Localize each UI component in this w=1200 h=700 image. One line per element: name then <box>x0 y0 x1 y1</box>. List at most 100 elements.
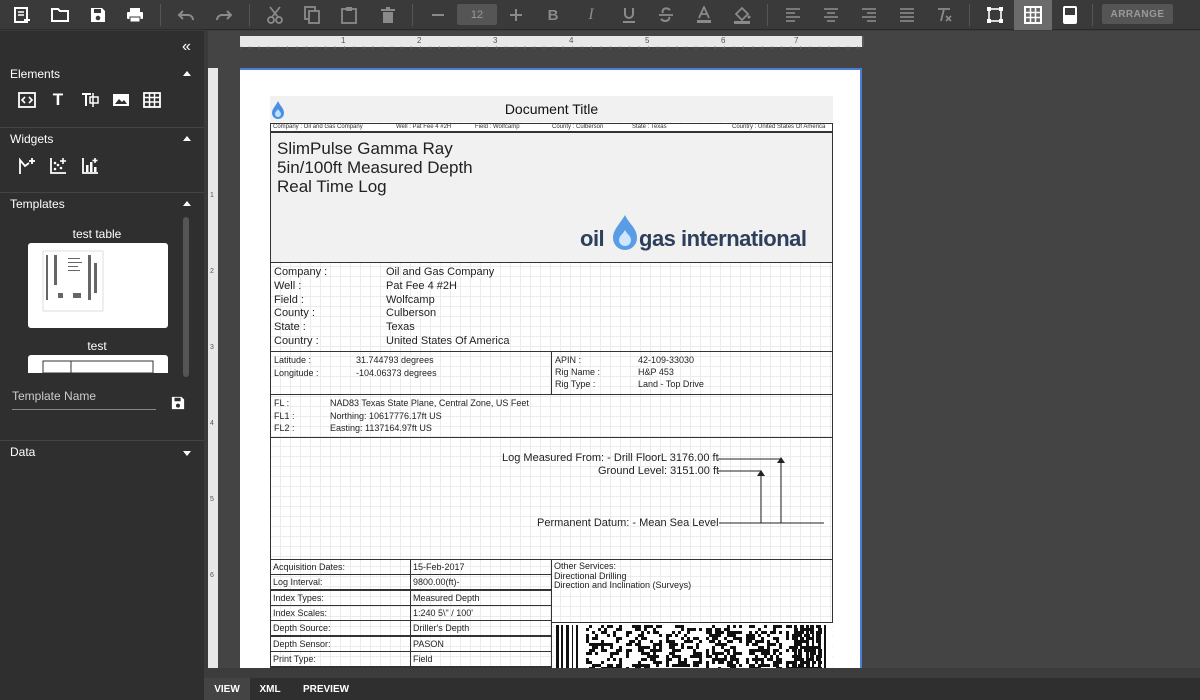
redo-icon[interactable] <box>211 2 237 28</box>
templates-section-header[interactable]: Templates <box>10 197 65 211</box>
bar-chart-widget-icon[interactable] <box>79 155 101 177</box>
delete-icon[interactable] <box>375 2 401 28</box>
other-services-line: Other Services: <box>554 561 617 571</box>
coord-value: Land - Top Drive <box>638 379 704 389</box>
tab-preview[interactable]: PREVIEW <box>290 678 362 700</box>
info-label: Company : <box>274 266 328 278</box>
ruler-cap <box>862 36 864 47</box>
bold-icon[interactable]: B <box>540 2 566 28</box>
document-content[interactable]: Document Title Company : Oil and Gas Com… <box>270 96 833 668</box>
coord-value: 31.744793 degrees <box>356 355 434 365</box>
align-center-icon[interactable] <box>818 2 844 28</box>
chevron-up-icon[interactable] <box>183 201 191 206</box>
vertical-ruler: 1 2 3 4 5 6 <box>208 68 218 668</box>
strip-country: Country : United States Of America <box>732 124 826 130</box>
coord-label: APIN : <box>555 355 582 365</box>
strikethrough-icon[interactable] <box>653 2 679 28</box>
print-icon[interactable] <box>122 2 148 28</box>
align-right-icon[interactable] <box>856 2 882 28</box>
ruler-mark-1: 1 <box>341 36 346 45</box>
text-field-element-icon[interactable] <box>79 89 101 111</box>
sidebar: « Elements T Widgets Templates test tabl… <box>0 31 204 700</box>
text-color-icon[interactable] <box>691 2 717 28</box>
bottom-tab-bar: VIEW XML PREVIEW <box>204 678 1200 700</box>
page-layout-icon[interactable] <box>1057 2 1083 28</box>
info-value: Pat Fee 4 #2H <box>386 279 457 292</box>
clear-format-icon[interactable] <box>931 2 957 28</box>
acq-value: Driller's Depth <box>413 623 470 634</box>
coord-label: Longitude : <box>274 368 319 378</box>
coord-value: H&P 453 <box>638 367 674 377</box>
decrease-font-icon[interactable] <box>425 2 451 28</box>
undo-icon[interactable] <box>173 2 199 28</box>
fl-label: FL : <box>274 398 290 408</box>
fl-label: FL2 : <box>274 423 295 433</box>
align-left-icon[interactable] <box>780 2 806 28</box>
log-title-line3: Real Time Log <box>277 177 387 196</box>
font-size-input[interactable]: 12 <box>457 4 497 25</box>
template-name-input[interactable]: Template Name <box>12 389 156 410</box>
open-folder-icon[interactable] <box>47 2 73 28</box>
ruler-mark-3: 3 <box>493 36 498 45</box>
toolbar-divider <box>249 4 250 26</box>
info-value: Wolfcamp <box>386 293 435 306</box>
toolbar-divider <box>969 4 970 26</box>
coord-label: Latitude : <box>274 355 312 365</box>
table-element-icon[interactable] <box>141 89 163 111</box>
data-section-header[interactable]: Data <box>10 445 35 459</box>
widgets-section-header[interactable]: Widgets <box>10 132 53 146</box>
ruler-mark-2: 2 <box>417 36 422 45</box>
ruler-mark-v5: 5 <box>210 496 214 503</box>
toolbar-divider <box>1092 4 1093 26</box>
cut-icon[interactable] <box>262 2 288 28</box>
acq-label: Index Types: <box>273 592 324 603</box>
section-divider <box>0 440 204 441</box>
grid-toggle-icon[interactable] <box>1014 0 1052 30</box>
templates-scrollbar[interactable] <box>183 217 189 377</box>
template-thumbnail[interactable] <box>28 243 168 328</box>
acq-value: Field <box>413 653 433 664</box>
template-title: test table <box>72 227 122 241</box>
document-title[interactable]: Document Title <box>270 101 833 117</box>
horizontal-ruler: 1 2 3 4 5 6 7 <box>239 36 862 49</box>
log-chart-widget-icon[interactable] <box>16 155 38 177</box>
image-element-icon[interactable] <box>110 89 132 111</box>
elements-section-header[interactable]: Elements <box>10 67 60 81</box>
chevron-down-icon[interactable] <box>183 451 191 456</box>
coord-label: Rig Type : <box>555 379 596 389</box>
template-thumbnail[interactable] <box>28 355 168 374</box>
increase-font-icon[interactable] <box>503 2 529 28</box>
underline-icon[interactable] <box>616 2 642 28</box>
arrange-button[interactable]: ARRANGE <box>1102 4 1173 24</box>
fill-color-icon[interactable] <box>729 2 755 28</box>
ruler-mark-v1: 1 <box>210 192 214 199</box>
html-element-icon[interactable] <box>16 89 38 111</box>
log-title-line2: 5in/100ft Measured Depth <box>277 158 473 177</box>
text-element-icon[interactable]: T <box>47 89 69 111</box>
align-justify-icon[interactable] <box>894 2 920 28</box>
well-info-block[interactable] <box>270 262 833 352</box>
info-value: Oil and Gas Company <box>386 266 495 278</box>
chevron-up-icon[interactable] <box>183 71 191 76</box>
tab-xml[interactable]: XML <box>250 678 290 700</box>
select-shape-icon[interactable] <box>982 2 1008 28</box>
tab-view[interactable]: VIEW <box>204 678 250 700</box>
collapse-sidebar-icon[interactable]: « <box>182 38 191 56</box>
ruler-mark-7: 7 <box>794 36 799 45</box>
paste-icon[interactable] <box>336 2 362 28</box>
italic-icon[interactable]: I <box>578 2 604 28</box>
chevron-up-icon[interactable] <box>183 136 191 141</box>
ruler-mark-v2: 2 <box>210 268 214 275</box>
logo-gas-international: gas international <box>639 226 807 251</box>
ground-level: Ground Level: 3151.00 ft <box>598 465 720 477</box>
new-document-icon[interactable] <box>9 2 35 28</box>
save-icon[interactable] <box>85 2 111 28</box>
info-value: United States Of America <box>386 335 510 347</box>
scatter-widget-icon[interactable] <box>47 155 69 177</box>
copy-icon[interactable] <box>299 2 325 28</box>
acq-label: Index Scales: <box>273 607 328 618</box>
other-services-line: Directional Drilling <box>554 570 627 581</box>
acq-value: 15-Feb-2017 <box>413 562 465 572</box>
acq-value: 1:240 5\" / 100' <box>413 607 473 618</box>
save-template-icon[interactable] <box>167 392 189 414</box>
